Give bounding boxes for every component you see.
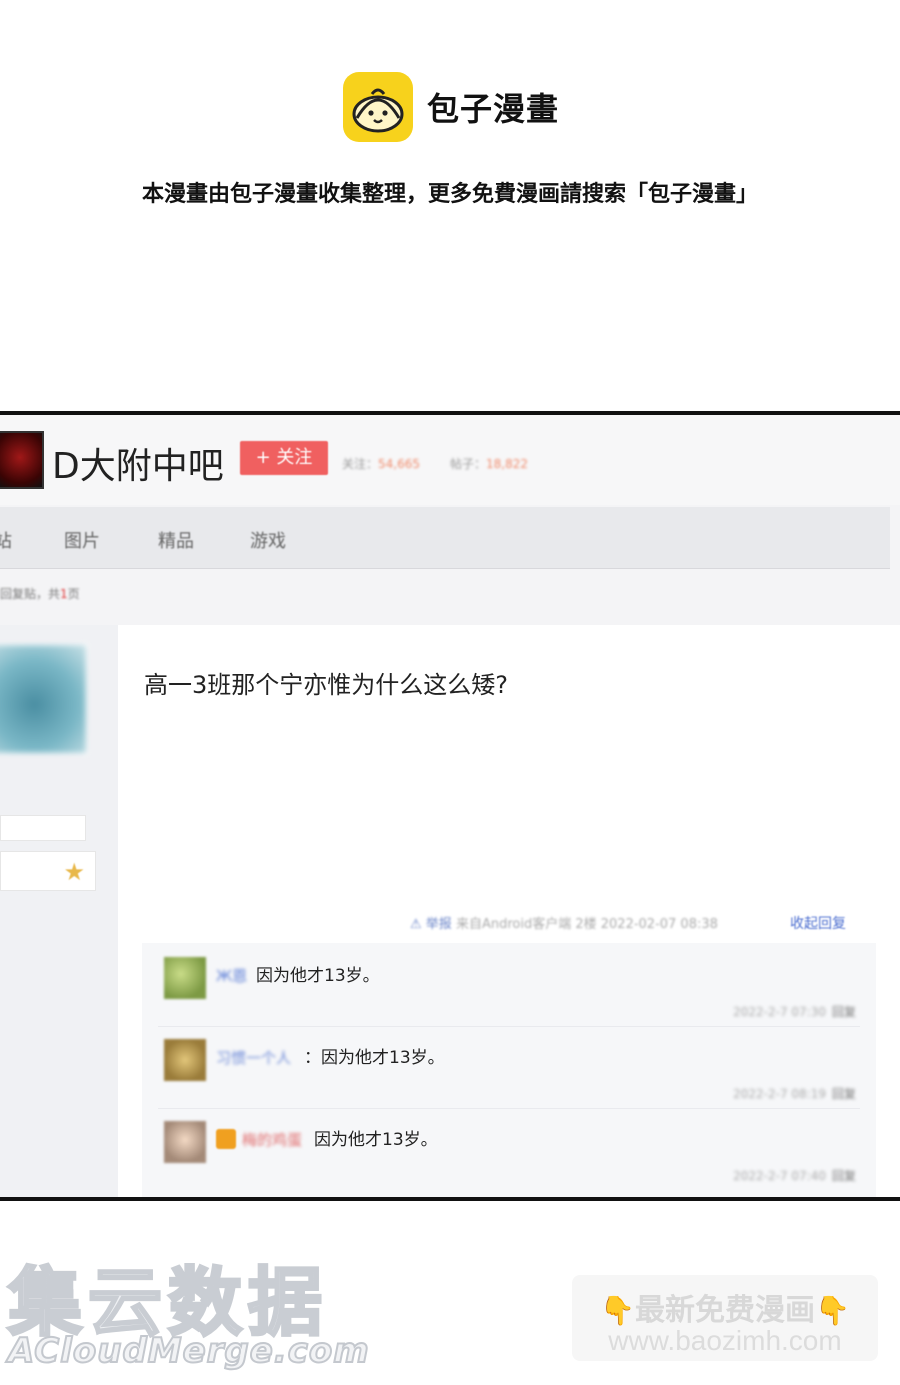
report-link[interactable]: 举报 — [426, 917, 452, 932]
reply-time: 2022-2-7 07:30 回复 — [733, 1003, 856, 1020]
warning-icon: ⚠ — [410, 917, 422, 932]
reply-time: 2022-2-7 07:40 回复 — [733, 1167, 856, 1184]
breadcrumb-suffix: 页 — [67, 587, 80, 601]
follow-button[interactable]: + 关注 — [240, 441, 328, 475]
reply-timestamp: 2022-2-7 07:40 — [733, 1169, 826, 1183]
vip-badge-icon — [216, 1129, 236, 1149]
promo-url[interactable]: www.baozimh.com — [572, 1325, 878, 1357]
reply-avatar[interactable] — [164, 1121, 206, 1163]
reply-button[interactable]: 回复 — [832, 1087, 856, 1101]
reply-timestamp: 2022-2-7 07:30 — [733, 1005, 826, 1019]
reply-username[interactable]: 习惯一个人 — [216, 1047, 291, 1068]
forum-name[interactable]: D大附中吧 — [52, 437, 224, 489]
stat-value: 18,822 — [486, 457, 529, 471]
reply-list: Ж恩 因为他才13岁。 2022-2-7 07:30 回复 习惯一个人 ：因为他才… — [142, 943, 876, 1197]
tab-images[interactable]: 图片 — [64, 527, 100, 553]
reply-text: 因为他才13岁。 — [314, 1130, 438, 1150]
promo-title: 👇最新免费漫画👇 — [572, 1285, 878, 1329]
tagline: 本漫畫由包子漫畫收集整理，更多免費漫画請搜索「包子漫畫」 — [141, 182, 758, 207]
reply-username[interactable]: 梅的鸡蛋 — [242, 1129, 302, 1150]
stat-label: 帖子： — [450, 457, 487, 471]
top-banner: 包子漫畫 本漫畫由包子漫畫收集整理，更多免費漫画請搜索「包子漫畫」 — [0, 0, 900, 410]
reply-text: 因为他才13岁。 — [256, 966, 380, 986]
list-item: 梅的鸡蛋 因为他才13岁。 2022-2-7 07:40 回复 — [158, 1115, 860, 1191]
author-level-badge: ★ — [0, 851, 96, 891]
footer: 集云数据 ACloudMerge.com 👇最新免费漫画👇 www.baozim… — [0, 1203, 900, 1385]
breadcrumb: 回复贴，共1页 — [0, 585, 80, 602]
page-count[interactable]: 1 — [60, 587, 68, 601]
author-name-box — [0, 815, 86, 841]
forum-avatar[interactable] — [0, 431, 44, 489]
forum-header: D大附中吧 + 关注 关注：54,665 帖子：18,822 — [0, 415, 900, 505]
author-avatar[interactable] — [0, 643, 88, 755]
reply-avatar[interactable] — [164, 1039, 206, 1081]
post-meta: ⚠ 举报 来自Android客户端 2楼 2022-02-07 08:38 — [410, 913, 718, 932]
bun-logo-icon — [343, 72, 413, 142]
author-sidebar: ★ — [0, 625, 118, 1197]
reply-timestamp: 2022-2-7 08:19 — [733, 1087, 826, 1101]
forum-nav: 站 图片 精品 游戏 — [0, 507, 890, 569]
stat-label: 关注： — [342, 457, 379, 471]
forum-screenshot: D大附中吧 + 关注 关注：54,665 帖子：18,822 站 图片 精品 游… — [0, 411, 900, 1201]
tab-home[interactable]: 站 — [0, 527, 12, 553]
post-meta-text: 来自Android客户端 2楼 2022-02-07 08:38 — [455, 917, 718, 932]
pointing-down-icon: 👇 — [600, 1294, 635, 1327]
brand-name: 包子漫畫 — [427, 90, 560, 128]
tab-games[interactable]: 游戏 — [250, 527, 286, 553]
collapse-replies-link[interactable]: 收起回复 — [790, 913, 846, 933]
list-item: Ж恩 因为他才13岁。 2022-2-7 07:30 回复 — [158, 951, 860, 1027]
stat-value: 54,665 — [378, 457, 421, 471]
stat-followers: 关注：54,665 — [342, 455, 420, 472]
promo-title-text: 最新免费漫画 — [635, 1293, 815, 1328]
post-body: 高一3班那个宁亦惟为什么这么矮? ⚠ 举报 来自Android客户端 2楼 20… — [118, 625, 900, 1197]
reply-button[interactable]: 回复 — [832, 1005, 856, 1019]
reply-username[interactable]: Ж恩 — [216, 965, 247, 986]
reply-time: 2022-2-7 08:19 回复 — [733, 1085, 856, 1102]
stat-posts: 帖子：18,822 — [450, 455, 528, 472]
reply-button[interactable]: 回复 — [832, 1169, 856, 1183]
brand[interactable]: 包子漫畫 — [343, 72, 559, 142]
breadcrumb-prefix: 回复贴，共 — [0, 587, 61, 601]
reply-avatar[interactable] — [164, 957, 206, 999]
list-item: 习惯一个人 ：因为他才13岁。 2022-2-7 08:19 回复 — [158, 1033, 860, 1109]
pointing-down-icon: 👇 — [815, 1294, 850, 1327]
tab-featured[interactable]: 精品 — [158, 527, 194, 553]
star-icon: ★ — [63, 858, 85, 886]
promo-box[interactable]: 👇最新免费漫画👇 www.baozimh.com — [572, 1275, 878, 1361]
post-title: 高一3班那个宁亦惟为什么这么矮? — [144, 671, 509, 699]
reply-text: ：因为他才13岁。 — [304, 1048, 445, 1068]
watermark-url: ACloudMerge.com — [7, 1330, 370, 1372]
